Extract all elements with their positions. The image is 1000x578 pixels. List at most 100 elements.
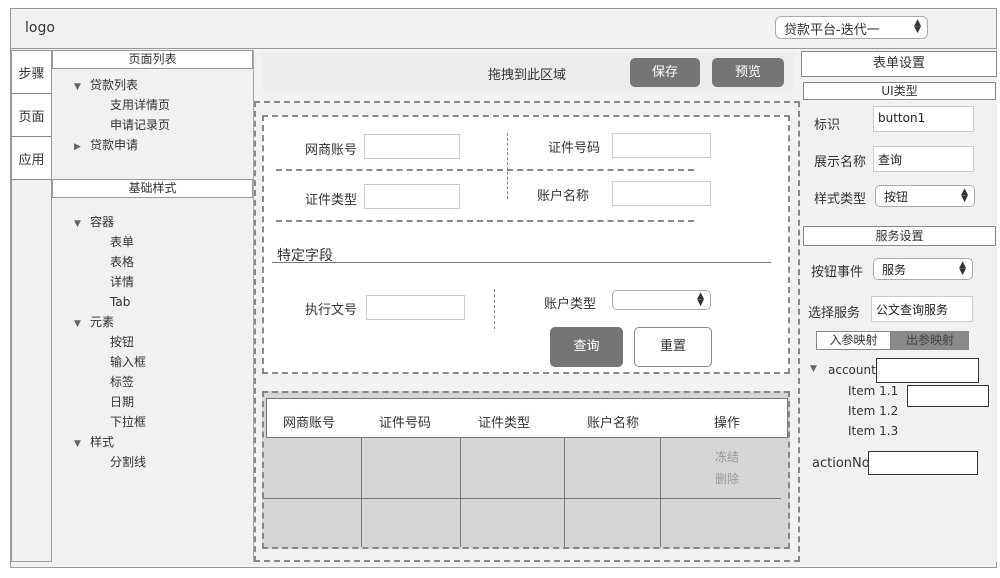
tree-item-label: 按钮 (110, 335, 135, 349)
caret-right-icon[interactable]: ▶ (74, 137, 90, 157)
item-mapping-input[interactable] (907, 385, 989, 407)
style-type-select[interactable]: 按钮 ▲ ▼ (875, 185, 975, 207)
param-account: account (828, 363, 876, 377)
exec-no-input[interactable] (366, 295, 465, 320)
project-select-value: 贷款平台-迭代一 (784, 23, 880, 38)
field-label-account-type: 账户类型 (544, 297, 597, 312)
tree-item[interactable]: 表格 (52, 252, 253, 272)
tree-item[interactable]: 标签 (52, 372, 253, 392)
column-divider (494, 289, 495, 329)
tree-group[interactable]: ▼ 元素 (52, 312, 253, 332)
caret-down-icon[interactable]: ▼ (74, 314, 90, 334)
tree-group[interactable]: ▶ 贷款申请 (52, 135, 253, 155)
merchant-account-input[interactable] (364, 134, 460, 159)
button-event-select[interactable]: 服务 ▲ ▼ (873, 258, 973, 280)
column-header: 账户名称 (587, 416, 640, 431)
tree-group[interactable]: ▼ 贷款列表 (52, 75, 253, 95)
tab-pages[interactable]: 页面 (12, 94, 51, 137)
column-line (361, 438, 362, 547)
tree-item-label: 表格 (110, 255, 135, 269)
save-button[interactable]: 保存 (630, 58, 700, 87)
account-mapping-input[interactable] (876, 358, 979, 383)
select-arrows-icon: ▲ ▼ (959, 260, 966, 277)
id-type-input[interactable] (364, 184, 460, 209)
select-arrows-icon: ▲ ▼ (697, 291, 704, 308)
tab-apps[interactable]: 应用 (12, 137, 51, 180)
tree-item[interactable]: 支用详情页 (52, 95, 253, 115)
tree-item[interactable]: 下拉框 (52, 412, 253, 432)
select-service-label: 选择服务 (808, 306, 861, 321)
tree-item[interactable]: 输入框 (52, 352, 253, 372)
tree-group[interactable]: ▼ 样式 (52, 432, 253, 452)
project-select[interactable]: 贷款平台-迭代一 ▲ ▼ (775, 16, 928, 39)
field-label-id-type: 证件类型 (305, 193, 358, 208)
id-number-input[interactable] (612, 133, 711, 158)
tree-item[interactable]: 分割线 (52, 452, 253, 472)
column-line (460, 438, 461, 547)
form-settings-header: 表单设置 (801, 51, 997, 77)
tree-item-label: Tab (110, 295, 131, 309)
column-header: 证件类型 (478, 416, 531, 431)
tab-apps-label: 应用 (18, 152, 45, 168)
param-item: Item 1.2 (848, 404, 899, 418)
preview-button[interactable]: 预览 (712, 58, 784, 87)
column-line (660, 438, 661, 547)
tab-input-mapping[interactable]: 入参映射 (816, 331, 891, 350)
tree-item[interactable]: 按钮 (52, 332, 253, 352)
select-service-input[interactable]: 公文查询服务 (871, 296, 973, 322)
param-action-no: actionNo (812, 456, 870, 471)
tree-item[interactable]: 表单 (52, 232, 253, 252)
button-event-value: 服务 (882, 263, 907, 277)
tab-output-mapping[interactable]: 出参映射 (891, 331, 969, 350)
tree-item-label: 贷款列表 (90, 78, 139, 92)
section-divider (272, 262, 771, 263)
row-divider (276, 169, 694, 171)
logo: logo (25, 20, 55, 36)
field-label-account-name: 账户名称 (537, 189, 590, 204)
reset-button[interactable]: 重置 (634, 327, 712, 367)
tree-group[interactable]: ▼ 容器 (52, 212, 253, 232)
caret-down-icon[interactable]: ▼ (74, 434, 90, 454)
expand-caret-icon[interactable]: ▼ (810, 364, 817, 374)
column-header: 操作 (714, 416, 741, 431)
display-name-input[interactable]: 查询 (873, 146, 974, 172)
left-panel: 页面列表 ▼ 贷款列表 支用详情页 申请记录页 ▶ 贷款申请 基础样式 ▼ 容器 表单 表格 详情… (52, 50, 254, 562)
field-label-exec-no: 执行文号 (305, 303, 358, 318)
account-name-input[interactable] (612, 181, 711, 206)
query-button[interactable]: 查询 (550, 327, 623, 367)
freeze-action[interactable]: 冻结 (715, 448, 739, 465)
style-type-label: 样式类型 (814, 192, 867, 207)
component-tree: ▼ 容器 表单 表格 详情 Tab ▼ 元素 按钮 输入框 标签 日期 下拉框 ▼ 样式 分割线 (52, 198, 253, 472)
tree-item[interactable]: 申请记录页 (52, 115, 253, 135)
field-label-merchant-account: 网商账号 (305, 143, 358, 158)
delete-action[interactable]: 删除 (715, 470, 739, 487)
select-arrows-icon: ▲ ▼ (961, 187, 968, 204)
tree-item-label: 容器 (90, 215, 115, 229)
tree-item-label: 贷款申请 (90, 138, 139, 152)
column-line (564, 438, 565, 547)
tree-item-label: 输入框 (110, 355, 147, 369)
tab-steps[interactable]: 步骤 (12, 51, 51, 94)
page-list-header: 页面列表 (52, 50, 253, 69)
id-input[interactable]: button1 (873, 106, 974, 132)
caret-down-icon[interactable]: ▼ (74, 214, 90, 234)
row-divider (276, 220, 694, 222)
column-header: 证件号码 (379, 416, 432, 431)
tree-item-label: 详情 (110, 275, 135, 289)
action-no-mapping-input[interactable] (868, 451, 978, 475)
account-type-select[interactable]: ▲ ▼ (612, 290, 711, 310)
param-item: Item 1.3 (848, 424, 899, 438)
tree-item[interactable]: 日期 (52, 392, 253, 412)
tree-item[interactable]: Tab (52, 292, 253, 312)
row-line (263, 498, 781, 499)
style-type-value: 按钮 (884, 190, 909, 204)
tab-pages-label: 页面 (18, 109, 45, 125)
tree-item[interactable]: 详情 (52, 272, 253, 292)
tree-item-label: 分割线 (110, 455, 147, 469)
ui-type-header: UI类型 (803, 82, 996, 100)
drop-hint: 拖拽到此区域 (488, 68, 567, 83)
caret-down-icon[interactable]: ▼ (74, 77, 90, 97)
column-divider (507, 133, 508, 199)
tree-item-label: 申请记录页 (110, 118, 171, 132)
tab-steps-label: 步骤 (18, 66, 45, 82)
